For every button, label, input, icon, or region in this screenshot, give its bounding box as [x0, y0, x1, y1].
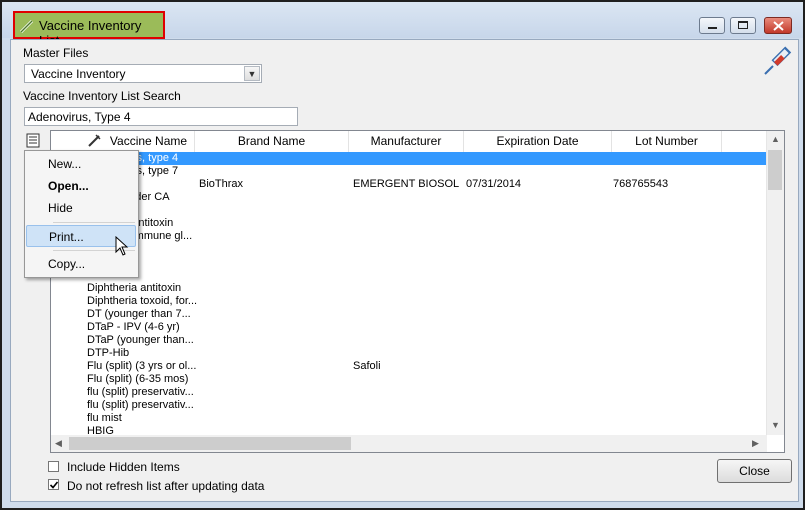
scroll-left-icon[interactable]: ◀ — [55, 438, 62, 449]
search-label: Vaccine Inventory List Search — [23, 89, 181, 103]
syringe-icon — [19, 19, 34, 34]
column-header-vaccine-name[interactable]: Vaccine Name — [103, 131, 195, 152]
vaccine-grid[interactable]: Vaccine Name Brand Name Manufacturer Exp… — [50, 130, 785, 453]
table-row[interactable]: DTaP - IPV (4-6 yr) — [51, 321, 767, 334]
scroll-down-icon[interactable]: ▼ — [771, 420, 780, 430]
table-row[interactable]: Comvax — [51, 269, 767, 282]
grid-header: Vaccine Name Brand Name Manufacturer Exp… — [51, 131, 767, 153]
table-row[interactable]: BCG-TB — [51, 204, 767, 217]
dialog-client-area: Master Files Vaccine Inventory ▼ Vaccine… — [10, 39, 799, 502]
horizontal-scroll-thumb[interactable] — [69, 437, 351, 450]
table-row[interactable]: DTP-Hib — [51, 347, 767, 360]
table-cell: flu (split) preservativ... — [87, 399, 194, 411]
syringe-small-icon — [88, 134, 101, 147]
table-cell: DT (younger than 7... — [87, 308, 191, 320]
vertical-scrollbar[interactable]: ▲ ▼ — [766, 131, 784, 435]
table-row[interactable]: Diphtheria antitoxin — [51, 282, 767, 295]
scroll-up-icon[interactable]: ▲ — [771, 134, 780, 144]
table-row[interactable]: AnthraxBioThraxEMERGENT BIOSOL07/31/2014… — [51, 178, 767, 191]
table-row[interactable]: Adenovirus, type 7 — [51, 165, 767, 178]
table-row[interactable]: DT (younger than 7... — [51, 308, 767, 321]
table-row[interactable]: Cholera — [51, 243, 767, 256]
close-window-button[interactable] — [764, 17, 792, 34]
master-files-value: Vaccine Inventory — [31, 67, 126, 81]
table-cell: DTaP (younger than... — [87, 334, 194, 346]
search-input[interactable] — [24, 107, 298, 126]
context-menu: New... Open... Hide Print... Copy... — [24, 150, 139, 278]
checkmark-icon — [49, 481, 59, 489]
no-refresh-label: Do not refresh list after updating data — [67, 479, 265, 493]
title-bar[interactable]: Vaccine Inventory List — [2, 2, 803, 48]
master-files-dropdown[interactable]: Vaccine Inventory ▼ — [24, 64, 262, 83]
table-cell: Diphtheria antitoxin — [87, 282, 182, 294]
scroll-right-icon[interactable]: ▶ — [752, 438, 759, 449]
column-header-lot-number[interactable]: Lot Number — [612, 131, 722, 152]
window-title-tab: Vaccine Inventory List — [13, 11, 165, 48]
chevron-down-icon[interactable]: ▼ — [244, 66, 260, 81]
table-cell: 07/31/2014 — [466, 178, 522, 190]
menu-item-hide[interactable]: Hide — [26, 197, 136, 219]
table-cell: DTP-Hib — [87, 347, 130, 359]
table-row[interactable]: Diphtheria toxoid, for... — [51, 295, 767, 308]
table-cell: EMERGENT BIOSOL — [353, 178, 460, 190]
table-row[interactable]: Botulism antitoxin — [51, 217, 767, 230]
table-row[interactable]: Flu (split) (6-35 mos) — [51, 373, 767, 386]
column-header-brand-name[interactable]: Brand Name — [195, 131, 349, 152]
table-row[interactable]: Adenovirus, type 4 — [51, 152, 767, 165]
table-row[interactable]: DTaP (younger than... — [51, 334, 767, 347]
table-cell: Flu (split) (3 yrs or ol... — [87, 360, 197, 372]
table-row[interactable]: BCG-bladder CA — [51, 191, 767, 204]
table-row[interactable]: flu mist — [51, 412, 767, 425]
table-row[interactable]: flu (split) preservativ... — [51, 386, 767, 399]
table-cell: 768765543 — [613, 178, 669, 190]
maximize-button[interactable] — [730, 17, 756, 34]
column-header-expiration-date[interactable]: Expiration Date — [464, 131, 612, 152]
column-header-manufacturer[interactable]: Manufacturer — [349, 131, 464, 152]
vaccine-inventory-window: Vaccine Inventory List Master Files Vacc… — [0, 0, 805, 510]
table-cell: DTaP - IPV (4-6 yr) — [87, 321, 180, 333]
table-row[interactable]: Flu (split) (3 yrs or ol... Safoli — [51, 360, 767, 373]
close-button[interactable]: Close — [717, 459, 792, 483]
no-refresh-checkbox[interactable] — [48, 479, 59, 490]
horizontal-scrollbar[interactable]: ◀ ▶ — [51, 435, 767, 452]
table-row[interactable]: CMV-IG — [51, 256, 767, 269]
table-cell: Flu (split) (6-35 mos) — [87, 373, 189, 385]
include-hidden-label: Include Hidden Items — [67, 460, 180, 474]
menu-separator — [53, 222, 135, 223]
table-cell: BioThrax — [199, 178, 244, 190]
table-cell: flu mist — [87, 412, 122, 424]
table-cell: Diphtheria toxoid, for... — [87, 295, 197, 307]
menu-item-new[interactable]: New... — [26, 153, 136, 175]
table-cell: flu (split) preservativ... — [87, 386, 194, 398]
table-row[interactable]: Botulism immune gl... — [51, 230, 767, 243]
close-x-icon — [773, 21, 784, 31]
table-row[interactable]: flu (split) preservativ... — [51, 399, 767, 412]
master-files-label: Master Files — [23, 46, 89, 60]
menu-item-open[interactable]: Open... — [26, 175, 136, 197]
minimize-button[interactable] — [699, 17, 725, 34]
grid-menu-icon[interactable] — [26, 133, 40, 148]
include-hidden-checkbox[interactable] — [48, 461, 59, 472]
vaccine-syringe-icon — [764, 46, 792, 75]
vertical-scroll-thumb[interactable] — [768, 150, 782, 190]
table-cell: Safoli — [353, 360, 381, 372]
mouse-cursor-icon — [115, 236, 129, 256]
